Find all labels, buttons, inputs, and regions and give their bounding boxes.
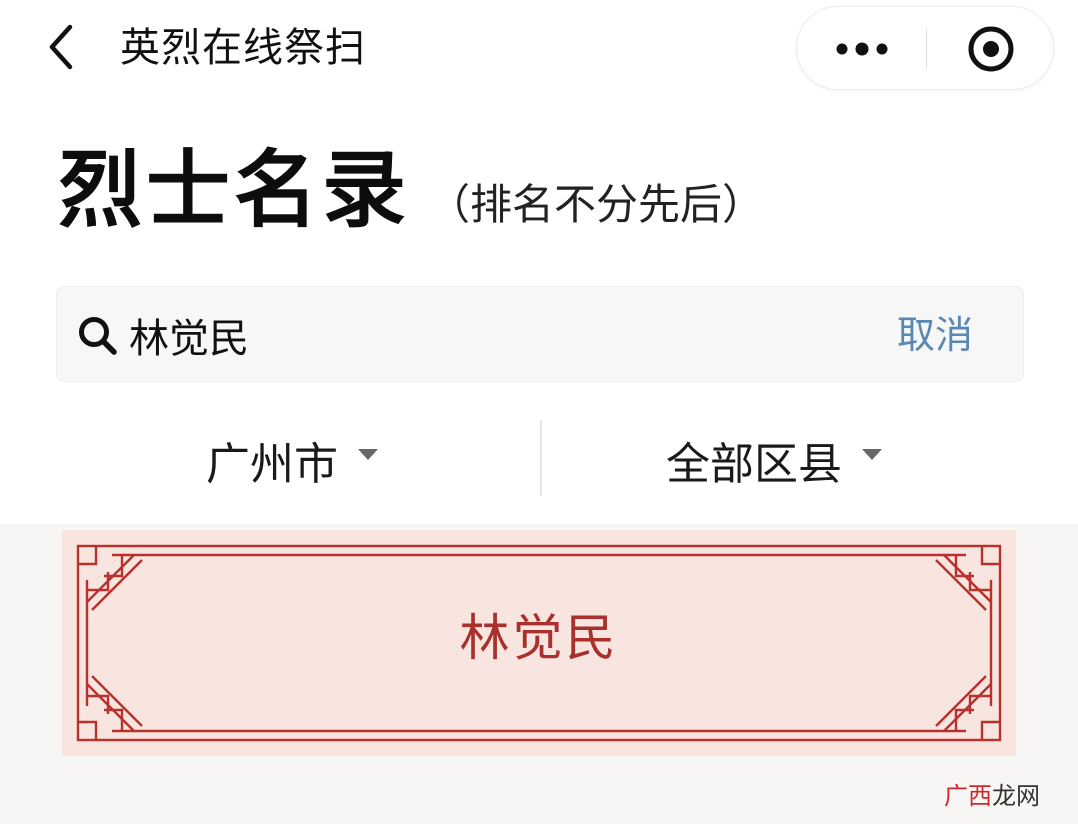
caret-down-icon bbox=[358, 448, 378, 460]
watermark-part1: 广西 bbox=[944, 782, 992, 810]
record-circle-icon bbox=[968, 26, 1014, 72]
mini-program-capsule bbox=[796, 6, 1054, 90]
ellipsis-icon bbox=[836, 42, 887, 56]
city-filter-label: 广州市 bbox=[206, 439, 338, 490]
search-input[interactable] bbox=[129, 301, 869, 369]
martyr-name: 林觉民 bbox=[459, 609, 619, 667]
top-nav-bar: 英烈在线祭扫 bbox=[0, 0, 1078, 98]
city-filter-dropdown[interactable]: 广州市 bbox=[206, 424, 378, 496]
page-subtitle: （排名不分先后） bbox=[428, 180, 765, 229]
page-heading: 烈士名录 （排名不分先后） bbox=[58, 140, 764, 240]
filter-divider bbox=[540, 420, 542, 496]
close-mini-program-button[interactable] bbox=[927, 7, 1055, 91]
district-filter-dropdown[interactable]: 全部区县 bbox=[666, 424, 882, 496]
martyr-card[interactable]: 林觉民 bbox=[62, 530, 1016, 756]
page: 英烈在线祭扫 烈士名录 （排名不分先后） 林觉民 取消 广州市 全部区县 林觉民… bbox=[0, 0, 1078, 824]
watermark: 广西龙网 bbox=[944, 780, 1040, 812]
chevron-left-icon bbox=[49, 24, 73, 70]
watermark-part2: 龙网 bbox=[992, 782, 1040, 810]
district-filter-label: 全部区县 bbox=[666, 439, 842, 490]
search-bar: 取消 bbox=[56, 286, 1024, 382]
back-button[interactable] bbox=[34, 20, 88, 74]
search-icon bbox=[75, 313, 121, 359]
nav-title: 英烈在线祭扫 bbox=[120, 25, 366, 71]
more-button[interactable] bbox=[797, 7, 926, 91]
cancel-button[interactable]: 取消 bbox=[897, 309, 973, 361]
page-title: 烈士名录 bbox=[58, 141, 411, 239]
result-list: 林觉民 bbox=[0, 524, 1078, 824]
filter-bar: 广州市 全部区县 bbox=[0, 410, 1078, 510]
caret-down-icon bbox=[862, 448, 882, 460]
